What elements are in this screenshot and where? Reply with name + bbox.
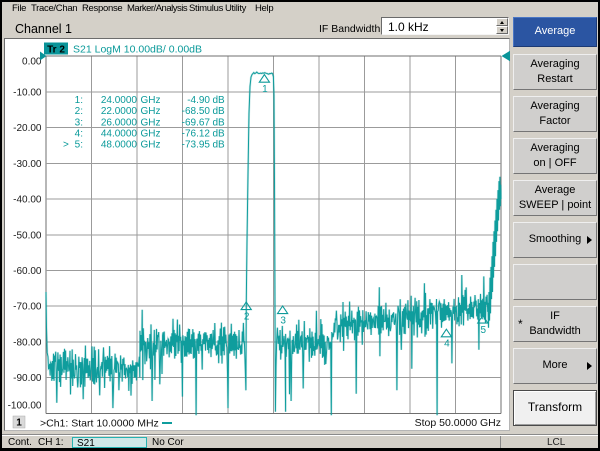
svg-text:GHz: GHz <box>141 129 161 140</box>
svg-text:-70.00: -70.00 <box>13 302 42 313</box>
svg-text:dB: dB <box>213 140 226 151</box>
svg-text:-40.00: -40.00 <box>13 195 42 206</box>
svg-text:-90.00: -90.00 <box>13 373 42 384</box>
svg-text:3: 3 <box>280 316 286 327</box>
svg-text:2: 2 <box>244 312 250 323</box>
svg-text:-60.00: -60.00 <box>13 266 42 277</box>
svg-text:dB: dB <box>213 106 226 117</box>
svg-text:-73.95: -73.95 <box>182 140 211 151</box>
svg-text:1: 1 <box>262 84 268 95</box>
svg-text:-50.00: -50.00 <box>13 231 42 242</box>
svg-text:-4.90: -4.90 <box>187 95 210 106</box>
svg-text:-100.00: -100.00 <box>8 401 42 412</box>
svg-text:Stop 50.0000 GHz: Stop 50.0000 GHz <box>415 417 501 429</box>
svg-text:-20.00: -20.00 <box>13 123 42 134</box>
svg-text:26.0000: 26.0000 <box>101 117 138 128</box>
svg-text:5: 5 <box>481 325 487 336</box>
svg-text:1:: 1: <box>75 95 83 106</box>
svg-text:24.0000: 24.0000 <box>101 95 138 106</box>
svg-text:dB: dB <box>213 117 226 128</box>
svg-text:44.0000: 44.0000 <box>101 129 138 140</box>
svg-text:GHz: GHz <box>141 140 161 151</box>
svg-text:4: 4 <box>444 339 450 350</box>
svg-text:GHz: GHz <box>141 95 161 106</box>
svg-text:0.00: 0.00 <box>22 57 42 68</box>
svg-text:-80.00: -80.00 <box>13 338 42 349</box>
svg-text:4:: 4: <box>75 129 83 140</box>
svg-text:-68.50: -68.50 <box>182 106 211 117</box>
svg-text:2:: 2: <box>75 106 83 117</box>
svg-text:>: > <box>63 140 69 151</box>
svg-text:>Ch1: Start 10.0000 MHz: >Ch1: Start 10.0000 MHz <box>40 418 159 430</box>
svg-text:22.0000: 22.0000 <box>101 106 138 117</box>
svg-text:GHz: GHz <box>141 117 161 128</box>
svg-text:-10.00: -10.00 <box>13 88 42 99</box>
svg-text:-76.12: -76.12 <box>182 129 211 140</box>
svg-text:-69.67: -69.67 <box>182 117 211 128</box>
svg-text:1: 1 <box>16 418 22 429</box>
svg-text:GHz: GHz <box>141 106 161 117</box>
svg-text:3:: 3: <box>75 117 83 128</box>
svg-text:S21 LogM 10.00dB/ 0.00dB: S21 LogM 10.00dB/ 0.00dB <box>73 43 202 55</box>
svg-text:5:: 5: <box>75 140 83 151</box>
svg-text:-30.00: -30.00 <box>13 159 42 170</box>
svg-text:dB: dB <box>213 129 226 140</box>
svg-text:Tr 2: Tr 2 <box>47 44 65 55</box>
svg-text:dB: dB <box>213 95 226 106</box>
svg-text:48.0000: 48.0000 <box>101 140 138 151</box>
